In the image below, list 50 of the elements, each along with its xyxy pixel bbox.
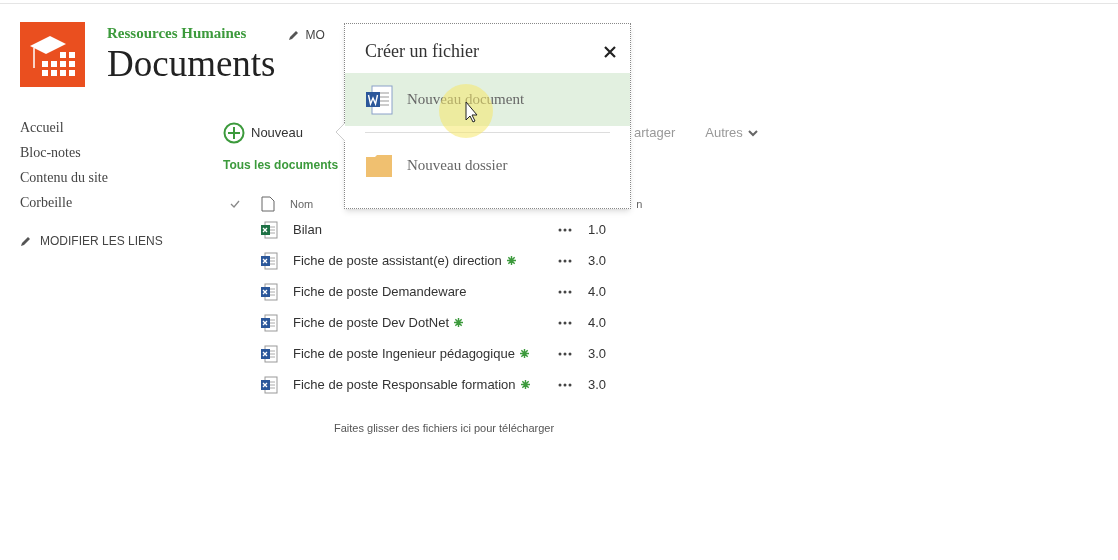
file-name-link[interactable]: Fiche de poste assistant(e) direction — [293, 250, 502, 271]
nav-link[interactable]: Accueil — [20, 118, 64, 137]
edit-links-link[interactable]: MODIFIER LES LIENS — [20, 232, 163, 250]
version-cell-text: 3.0 — [588, 344, 608, 363]
file-name-link[interactable]: Fiche de poste Demandeware — [293, 281, 467, 302]
ellipsis-icon[interactable] — [558, 289, 572, 294]
spreadsheet-file-icon — [260, 220, 278, 239]
column-header[interactable]: n — [636, 195, 643, 213]
document-file-icon — [260, 313, 278, 332]
document-icon — [261, 196, 275, 212]
folder-icon — [365, 153, 393, 178]
view-tab[interactable]: Tous les documents — [223, 156, 339, 174]
plus-icon — [223, 122, 245, 144]
version-cell-text: 4.0 — [588, 313, 608, 332]
file-name-link[interactable]: Fiche de poste Ingenieur pédagogique — [293, 343, 515, 364]
nav-link[interactable]: Corbeille — [20, 193, 73, 212]
file-name-link[interactable]: Bilan — [293, 219, 322, 240]
edit-link[interactable]: MO — [287, 26, 325, 44]
popup-title: Créer un fichier — [365, 40, 479, 63]
check-icon[interactable] — [229, 198, 241, 210]
chevron-down-icon — [747, 129, 758, 137]
document-file-icon — [260, 375, 278, 394]
ellipsis-icon[interactable] — [558, 351, 572, 356]
file-name-link[interactable]: Fiche de poste Dev DotNet — [293, 312, 450, 333]
ellipsis-icon[interactable] — [558, 320, 572, 325]
site-logo[interactable] — [20, 22, 85, 87]
popup-menu-item[interactable]: Nouveau document — [345, 73, 630, 126]
file-name-link[interactable]: Fiche de poste Responsable formation — [293, 374, 516, 395]
version-cell-text: 3.0 — [588, 375, 608, 394]
version-cell-text: 4.0 — [588, 282, 608, 301]
ellipsis-icon[interactable] — [558, 382, 572, 387]
nav-link[interactable]: Bloc-notes — [20, 143, 81, 162]
document-file-icon — [260, 251, 278, 270]
ellipsis-icon[interactable] — [558, 227, 572, 232]
popup-menu-item[interactable]: Nouveau dossier — [345, 139, 630, 192]
document-file-icon — [365, 84, 393, 115]
close-icon[interactable] — [604, 45, 616, 58]
pencil-icon — [20, 235, 32, 247]
drop-hint: Faites glisser des fichiers ici pour télécharger — [334, 421, 556, 436]
column-header[interactable]: Nom — [290, 195, 314, 213]
pencil-icon — [287, 29, 300, 41]
document-file-icon — [260, 282, 278, 301]
version-cell-text: 3.0 — [588, 251, 608, 270]
ellipsis-icon[interactable] — [558, 258, 572, 263]
page-title: Documents — [107, 42, 276, 86]
site-name[interactable]: Ressources Humaines — [107, 24, 276, 42]
document-file-icon — [260, 344, 278, 363]
new-button[interactable]: Nouveau — [223, 122, 304, 144]
nav-link[interactable]: Contenu du site — [20, 168, 108, 187]
version-cell-text: 1.0 — [588, 220, 608, 239]
